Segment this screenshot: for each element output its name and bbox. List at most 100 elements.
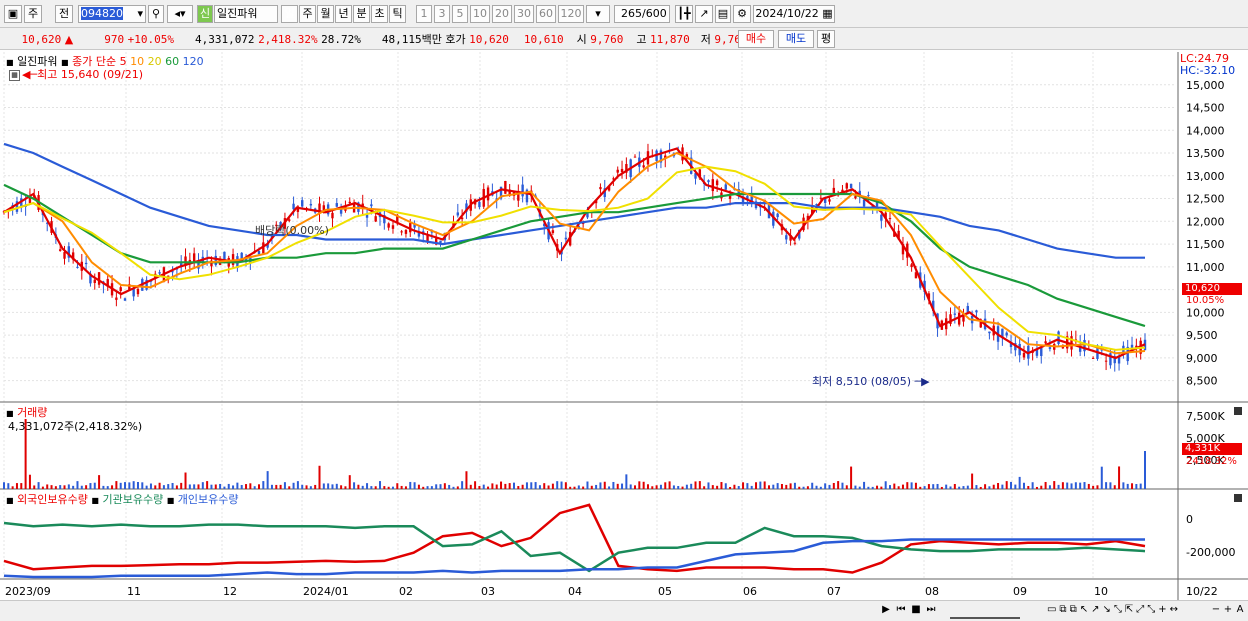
tool-icon[interactable]: ↗ bbox=[695, 5, 713, 23]
interval-60[interactable]: 60 bbox=[536, 5, 556, 23]
window-icon[interactable]: ▣ bbox=[4, 5, 22, 23]
volume-bar bbox=[63, 485, 66, 489]
interval-10[interactable]: 10 bbox=[470, 5, 490, 23]
interval-30[interactable]: 30 bbox=[514, 5, 534, 23]
play-icon[interactable]: ▶ bbox=[880, 603, 892, 619]
candle-body bbox=[58, 249, 62, 251]
volume-bar bbox=[119, 482, 122, 489]
high-label: 고 bbox=[636, 33, 647, 46]
volume-bar bbox=[785, 484, 788, 489]
chart-canvas[interactable]: 15,000 14,500 14,000 13,500 13,000 12,500 12,0… bbox=[0, 52, 1248, 600]
x-tick-label: 08 bbox=[925, 585, 939, 598]
y-tick-label: 12,500 bbox=[1186, 193, 1225, 206]
candle-body bbox=[288, 219, 291, 221]
candle-body bbox=[711, 179, 715, 192]
forward-icon[interactable]: ⏭ bbox=[924, 603, 938, 619]
stock-name-field[interactable]: 일진파워 bbox=[214, 5, 278, 23]
volume-bar bbox=[997, 482, 1000, 489]
candle-body bbox=[862, 199, 866, 207]
x-tick-label: 03 bbox=[481, 585, 495, 598]
candle-body bbox=[776, 213, 779, 218]
volume-bar bbox=[659, 484, 662, 489]
type-button[interactable]: 전 bbox=[55, 5, 73, 23]
period-second[interactable]: 초 bbox=[371, 5, 388, 23]
volume-bar bbox=[353, 482, 356, 489]
turnover-value: 28.72% bbox=[321, 33, 361, 46]
candle-body bbox=[400, 231, 403, 233]
period-tick[interactable]: 틱 bbox=[389, 5, 406, 23]
candle-icon[interactable]: ┃╋ bbox=[675, 5, 693, 23]
interval-5[interactable]: 5 bbox=[452, 5, 468, 23]
period-day[interactable]: 일 bbox=[281, 5, 298, 23]
font-size-icon[interactable]: A bbox=[1234, 603, 1246, 619]
view-button[interactable]: 주 bbox=[24, 5, 42, 23]
interval-dropdown[interactable]: ▾ bbox=[586, 5, 610, 23]
candle-body bbox=[819, 197, 823, 199]
zoom-out-icon[interactable]: − bbox=[1210, 603, 1222, 619]
date-field[interactable]: 2024/10/22 ▦ bbox=[753, 5, 835, 23]
volume-bar bbox=[1035, 486, 1038, 489]
period-year[interactable]: 년 bbox=[335, 5, 352, 23]
volume-bar bbox=[1131, 483, 1134, 489]
candle-body bbox=[953, 313, 957, 315]
period-week[interactable]: 주 bbox=[299, 5, 316, 23]
volume-bar bbox=[798, 486, 801, 489]
volume-bar bbox=[322, 483, 325, 489]
interval-20[interactable]: 20 bbox=[492, 5, 512, 23]
drawing-tools-icons[interactable]: ▭⧉⧉↖↗↘⤡⇱⤢⤡+↔ bbox=[1024, 603, 1204, 619]
hc-value: HC:-32.10 bbox=[1180, 64, 1236, 77]
x-tick-label: 09 bbox=[1013, 585, 1027, 598]
interval-1[interactable]: 1 bbox=[416, 5, 432, 23]
volume-bar bbox=[793, 482, 796, 489]
volume-bar bbox=[755, 482, 758, 489]
calculator-icon[interactable]: ▦ bbox=[9, 70, 20, 81]
volume-bar bbox=[219, 483, 222, 489]
zoom-slider[interactable] bbox=[950, 603, 1020, 619]
y-tick-label: 9,000 bbox=[1186, 352, 1218, 365]
candle-body bbox=[880, 214, 883, 221]
credit-badge: 신 bbox=[197, 5, 213, 23]
pane-close-icon[interactable] bbox=[1234, 494, 1242, 502]
candle-body bbox=[910, 264, 913, 268]
sell-button[interactable]: 매도 bbox=[778, 30, 814, 48]
count-field[interactable]: 265/600 bbox=[614, 5, 670, 23]
volume-bar bbox=[171, 482, 174, 489]
interval-3[interactable]: 3 bbox=[434, 5, 450, 23]
volume-bar bbox=[318, 465, 321, 489]
period-minute[interactable]: 분 bbox=[353, 5, 370, 23]
volume-bar bbox=[456, 486, 459, 489]
volume-bar bbox=[590, 485, 593, 489]
period-month[interactable]: 월 bbox=[317, 5, 334, 23]
volume-value: 4,331,072주(2,418.32%) bbox=[8, 420, 143, 433]
volume-bar bbox=[884, 481, 887, 489]
volume-bar bbox=[1135, 484, 1138, 489]
stock-code-input[interactable]: 094820 ▾ bbox=[78, 5, 146, 23]
stop-icon[interactable]: ■ bbox=[910, 603, 922, 619]
volume-bar bbox=[115, 481, 118, 489]
rewind-icon[interactable]: ⏮ bbox=[894, 603, 908, 619]
interval-120[interactable]: 120 bbox=[558, 5, 584, 23]
gear-icon[interactable]: ⚙ bbox=[733, 5, 751, 23]
volume-bar bbox=[932, 484, 935, 489]
amount-value: 48,115백만 bbox=[381, 33, 442, 46]
volume-bar bbox=[543, 483, 546, 489]
buy-button[interactable]: 매수 bbox=[738, 30, 774, 48]
candle-body bbox=[456, 212, 460, 216]
bid-label: 호가 bbox=[445, 33, 466, 46]
eval-button[interactable]: 평 bbox=[817, 30, 835, 48]
calendar-icon[interactable]: ▦ bbox=[819, 7, 832, 20]
zoom-in-icon[interactable]: + bbox=[1222, 603, 1234, 619]
search-icon[interactable]: ⚲ bbox=[148, 5, 164, 23]
save-icon[interactable]: ▤ bbox=[715, 5, 731, 23]
candle-body bbox=[391, 225, 395, 229]
volume-bar bbox=[776, 483, 779, 489]
quote-bar: 10,620 ▲ 970 +10.05% 4,331,072 2,418.32%… bbox=[0, 28, 1248, 50]
volume-bar bbox=[54, 486, 57, 489]
low-label: 저 bbox=[700, 33, 711, 46]
chevron-down-icon[interactable]: ▾ bbox=[137, 6, 143, 22]
speaker-icon[interactable]: ◂▾ bbox=[167, 5, 193, 23]
volume-bar bbox=[1126, 483, 1129, 489]
volume-bar bbox=[422, 486, 425, 489]
pane-close-icon[interactable] bbox=[1234, 407, 1242, 415]
count-value: 265 bbox=[621, 7, 642, 20]
